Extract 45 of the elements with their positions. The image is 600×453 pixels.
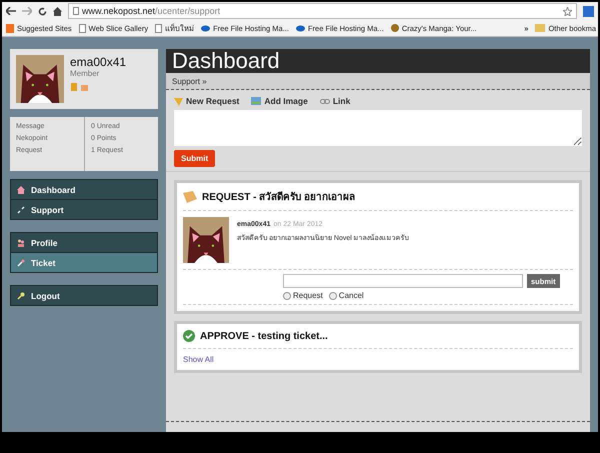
url-path: /ucenter/support	[155, 6, 220, 16]
back-icon[interactable]	[6, 7, 16, 15]
reload-icon[interactable]	[38, 6, 47, 16]
ticket-heading: REQUEST - สวัสดีครับ อยากเอาผล	[202, 190, 356, 204]
forward-icon[interactable]	[22, 7, 32, 15]
note-icon	[183, 190, 197, 202]
nav-item[interactable]: Profile	[11, 233, 157, 252]
check-circle-icon	[183, 330, 195, 342]
star-icon[interactable]	[563, 6, 572, 16]
bookmark-icon	[6, 24, 14, 32]
cat-avatar-drawing	[16, 55, 64, 103]
radio-option[interactable]: Cancel	[328, 291, 364, 300]
ticket-heading: APPROVE - testing ticket...	[200, 330, 328, 342]
username: ema00x41	[70, 55, 126, 69]
page-title: Dashboard	[166, 49, 590, 73]
member-role: Member	[70, 69, 100, 78]
radio-option[interactable]: Request	[283, 291, 323, 300]
people-icon	[17, 238, 25, 246]
page-icon	[73, 7, 79, 15]
extension-icon[interactable]	[583, 6, 594, 16]
reply-input[interactable]	[283, 274, 523, 288]
house-icon	[17, 186, 25, 194]
image-icon	[251, 97, 262, 105]
cat-avatar-drawing	[183, 217, 229, 263]
radio-icon[interactable]	[328, 292, 337, 300]
badges-icon	[70, 83, 90, 91]
show-all-link[interactable]: Show All	[183, 349, 573, 364]
nav-item[interactable]: Logout	[11, 286, 157, 305]
folder-icon	[535, 24, 546, 32]
home-icon[interactable]	[53, 6, 62, 16]
radio-icon[interactable]	[283, 292, 291, 300]
address-bar[interactable]: www.nekopost.net/ucenter/support	[68, 3, 577, 19]
url-host: www.nekopost.net	[82, 6, 156, 16]
breadcrumb[interactable]: Support »	[166, 73, 590, 90]
page-icon	[155, 24, 162, 32]
pin-icon	[17, 258, 25, 266]
submit-button[interactable]: Submit	[174, 150, 216, 167]
editor-tool[interactable]: Link	[320, 96, 350, 106]
nav-item[interactable]: Dashboard	[11, 180, 157, 199]
nav-item[interactable]: Support	[11, 199, 157, 219]
editor-tool[interactable]: Add Image	[251, 96, 308, 106]
round-icon	[390, 24, 399, 32]
editor-tool[interactable]: New Request	[174, 96, 240, 106]
nav-item[interactable]: Ticket	[11, 252, 157, 272]
key-icon	[17, 292, 25, 300]
